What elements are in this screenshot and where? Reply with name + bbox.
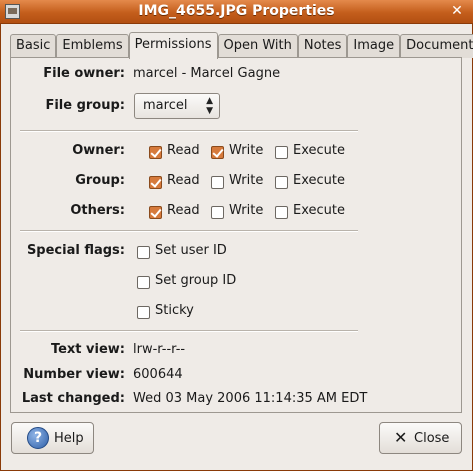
- others-perm-label: Others:: [70, 203, 125, 218]
- owner-write-checkbox[interactable]: [211, 146, 224, 159]
- group-perm-label: Group:: [75, 173, 125, 188]
- separator: [20, 130, 358, 132]
- group-read-label: Read: [167, 173, 200, 188]
- special-flags-label: Special flags:: [26, 243, 125, 258]
- group-write-checkbox[interactable]: [211, 176, 224, 189]
- tab-emblems[interactable]: Emblems: [56, 34, 129, 58]
- text-view-value: lrw-r--r--: [133, 342, 186, 357]
- others-execute-checkbox[interactable]: [275, 206, 288, 219]
- set-group-id-checkbox[interactable]: [137, 276, 150, 289]
- file-group-label: File group:: [45, 98, 125, 113]
- owner-execute-label: Execute: [293, 143, 345, 158]
- group-execute-label: Execute: [293, 173, 345, 188]
- window-close-icon[interactable]: ✕: [449, 4, 465, 20]
- tab-bar: Basic Emblems Permissions Open With Note…: [10, 32, 473, 59]
- others-read-checkbox[interactable]: [149, 206, 162, 219]
- owner-execute-checkbox[interactable]: [275, 146, 288, 159]
- close-button-label: Close: [414, 431, 450, 446]
- file-owner-label: File owner:: [43, 66, 125, 81]
- number-view-value: 600644: [133, 367, 183, 382]
- file-owner-value[interactable]: marcel - Marcel Gagne: [133, 66, 280, 81]
- last-changed-label: Last changed:: [21, 391, 125, 406]
- owner-read-label: Read: [167, 143, 200, 158]
- help-button-label: Help: [54, 431, 84, 446]
- file-group-selected: marcel: [143, 98, 188, 113]
- text-view-label: Text view:: [50, 342, 125, 357]
- set-user-id-label: Set user ID: [155, 243, 227, 258]
- others-write-checkbox[interactable]: [211, 206, 224, 219]
- tab-open-with[interactable]: Open With: [217, 34, 298, 58]
- group-read-checkbox[interactable]: [149, 176, 162, 189]
- window-title: IMG_4655.JPG Properties: [138, 3, 335, 19]
- set-user-id-checkbox[interactable]: [137, 246, 150, 259]
- file-group-select[interactable]: marcel ▲ ▼: [134, 93, 220, 119]
- tab-image[interactable]: Image: [347, 34, 401, 58]
- owner-perm-label: Owner:: [72, 143, 125, 158]
- tab-document[interactable]: Document: [400, 34, 473, 58]
- others-read-label: Read: [167, 203, 200, 218]
- set-group-id-label: Set group ID: [155, 273, 237, 288]
- tab-basic[interactable]: Basic: [10, 34, 57, 58]
- owner-read-checkbox[interactable]: [149, 146, 162, 159]
- last-changed-value: Wed 03 May 2006 11:14:35 AM EDT: [133, 391, 368, 406]
- tab-permissions[interactable]: Permissions: [128, 32, 218, 59]
- owner-write-label: Write: [229, 143, 264, 158]
- help-icon: ?: [27, 427, 49, 449]
- group-write-label: Write: [229, 173, 264, 188]
- close-icon: ✕: [394, 428, 408, 447]
- spin-arrows-icon: ▲ ▼: [206, 96, 213, 116]
- tab-notes[interactable]: Notes: [297, 34, 348, 58]
- separator: [20, 330, 358, 332]
- sticky-label: Sticky: [155, 303, 194, 318]
- separator: [20, 230, 358, 232]
- group-execute-checkbox[interactable]: [275, 176, 288, 189]
- number-view-label: Number view:: [23, 367, 125, 382]
- sticky-checkbox[interactable]: [137, 306, 150, 319]
- title-bar[interactable]: IMG_4655.JPG Properties ✕: [0, 0, 473, 24]
- close-button[interactable]: ✕ Close: [379, 422, 462, 454]
- help-button[interactable]: ? Help: [11, 422, 94, 454]
- others-write-label: Write: [229, 203, 264, 218]
- others-execute-label: Execute: [293, 203, 345, 218]
